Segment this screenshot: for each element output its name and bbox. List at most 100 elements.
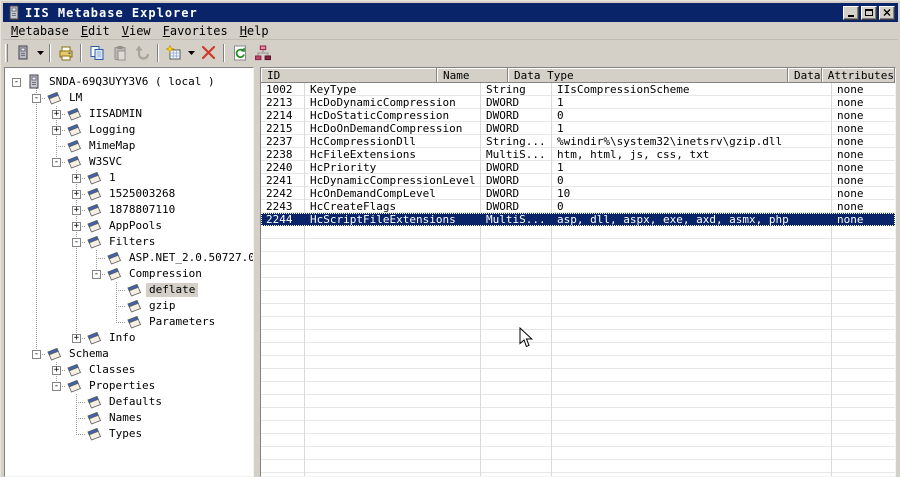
list-row[interactable]: 1002 KeyType String IIsCompressionScheme… — [261, 83, 895, 96]
tree-expander[interactable] — [92, 269, 101, 279]
tree-item[interactable]: Parameters — [5, 314, 253, 330]
tree-item[interactable]: Filters — [5, 234, 253, 250]
maximize-button[interactable] — [861, 5, 877, 20]
tree-item-label[interactable]: Properties — [86, 379, 158, 393]
tree-expander[interactable] — [32, 93, 41, 103]
connect-dropdown-button[interactable] — [34, 42, 46, 64]
list-row[interactable]: 2214 HcDoStaticCompression DWORD 0 none — [261, 109, 895, 122]
tree-item[interactable]: LM — [5, 90, 253, 106]
new-key-dropdown-button[interactable] — [185, 42, 197, 64]
tree-item[interactable]: IISADMIN — [5, 106, 253, 122]
key-icon — [67, 139, 82, 153]
tree-item-label[interactable]: Filters — [106, 235, 158, 249]
print-button[interactable] — [54, 42, 77, 64]
tree-item-label[interactable]: Names — [106, 411, 145, 425]
list-row[interactable]: 2242 HcOnDemandCompLevel DWORD 10 none — [261, 187, 895, 200]
tree-expander[interactable] — [72, 189, 81, 199]
list-row[interactable]: 2215 HcDoOnDemandCompression DWORD 1 non… — [261, 122, 895, 135]
list-row[interactable]: 2240 HcPriority DWORD 1 none — [261, 161, 895, 174]
list-row[interactable]: 2238 HcFileExtensions MultiS... htm, htm… — [261, 148, 895, 161]
tree-item-label[interactable]: Info — [106, 331, 139, 345]
copy-button[interactable] — [85, 42, 108, 64]
menu-item[interactable]: View — [116, 23, 157, 39]
tree-expander[interactable] — [52, 157, 61, 167]
tree-item-label[interactable]: Parameters — [146, 315, 218, 329]
list-row[interactable]: 2213 HcDoDynamicCompression DWORD 1 none — [261, 96, 895, 109]
tree-item-label[interactable]: Types — [106, 427, 145, 441]
tree-item[interactable]: Info — [5, 330, 253, 346]
tree-item-label[interactable]: AppPools — [106, 219, 165, 233]
menu-item[interactable]: Edit — [75, 23, 116, 39]
tree-item[interactable]: ASP.NET_2.0.50727.0 — [5, 250, 253, 266]
tree-item[interactable]: 1 — [5, 170, 253, 186]
paste-button[interactable] — [108, 42, 131, 64]
tree-item[interactable]: Names — [5, 410, 253, 426]
tree-item-label[interactable]: Schema — [66, 347, 112, 361]
tree-item[interactable]: MimeMap — [5, 138, 253, 154]
tree-item-label[interactable]: 1 — [106, 171, 119, 185]
tree-item-label[interactable]: Classes — [86, 363, 138, 377]
tree-item[interactable]: Defaults — [5, 394, 253, 410]
tree-item[interactable]: Properties — [5, 378, 253, 394]
tree-item[interactable]: Classes — [5, 362, 253, 378]
tree-expander[interactable] — [52, 381, 61, 391]
tree-item[interactable]: 1525003268 — [5, 186, 253, 202]
column-header[interactable]: Data — [788, 68, 822, 83]
tree-item-label[interactable]: gzip — [146, 299, 179, 313]
tree-expander[interactable] — [52, 125, 61, 135]
menu-item[interactable]: Favorites — [157, 23, 234, 39]
close-button[interactable] — [879, 5, 895, 20]
tree-item[interactable]: SNDA-69Q3UYY3V6 ( local ) — [5, 74, 253, 90]
tree-item-label[interactable]: LM — [66, 91, 85, 105]
menu-item[interactable]: Help — [234, 23, 275, 39]
list-row[interactable]: 2243 HcCreateFlags DWORD 0 none — [261, 200, 895, 213]
tree-expander[interactable] — [52, 109, 61, 119]
tree-expander[interactable] — [12, 77, 21, 87]
toolbar-grip[interactable] — [5, 43, 8, 62]
list-panel: ID Name Data Type Data Attributes 1002 K… — [260, 67, 896, 477]
tree-item-label[interactable]: ASP.NET_2.0.50727.0 — [126, 251, 253, 265]
tree-item-label[interactable]: 1878807110 — [106, 203, 178, 217]
delete-button[interactable] — [197, 42, 220, 64]
tree-item[interactable]: Compression — [5, 266, 253, 282]
column-header[interactable]: ID — [261, 68, 437, 83]
hierarchy-view-button[interactable] — [251, 42, 274, 64]
undo-button[interactable] — [131, 42, 154, 64]
menu-item[interactable]: Metabase — [5, 23, 75, 39]
titlebar[interactable]: IIS Metabase Explorer — [3, 3, 898, 22]
tree-expander[interactable] — [72, 237, 81, 247]
list-row[interactable]: 2244 HcScriptFileExtensions MultiS... as… — [261, 213, 895, 226]
list-row[interactable]: 2241 HcDynamicCompressionLevel DWORD 0 n… — [261, 174, 895, 187]
connect-server-button[interactable] — [11, 42, 34, 64]
tree-item-label[interactable]: deflate — [146, 283, 199, 297]
minimize-button[interactable] — [843, 5, 859, 20]
tree-expander[interactable] — [32, 349, 41, 359]
tree-item-label[interactable]: W3SVC — [86, 155, 125, 169]
tree-item[interactable]: Schema — [5, 346, 253, 362]
new-key-button[interactable] — [162, 42, 185, 64]
tree-item[interactable]: AppPools — [5, 218, 253, 234]
column-header[interactable]: Attributes — [821, 68, 895, 83]
tree-item-label[interactable]: MimeMap — [86, 139, 138, 153]
tree-item-label[interactable]: IISADMIN — [86, 107, 145, 121]
tree-item[interactable]: Logging — [5, 122, 253, 138]
tree-item[interactable]: Types — [5, 426, 253, 442]
tree-expander[interactable] — [72, 221, 81, 231]
tree-item[interactable]: W3SVC — [5, 154, 253, 170]
column-header[interactable]: Data Type — [508, 68, 788, 83]
list-row[interactable]: 2237 HcCompressionDll String... %windir%… — [261, 135, 895, 148]
tree-expander[interactable] — [72, 333, 81, 343]
tree-expander[interactable] — [52, 365, 61, 375]
tree-item-label[interactable]: Compression — [126, 267, 205, 281]
tree-item[interactable]: gzip — [5, 298, 253, 314]
tree-item-label[interactable]: Logging — [86, 123, 138, 137]
refresh-button[interactable] — [228, 42, 251, 64]
tree-expander[interactable] — [72, 205, 81, 215]
tree-expander[interactable] — [72, 173, 81, 183]
tree-item-label[interactable]: Defaults — [106, 395, 165, 409]
tree-item-label[interactable]: 1525003268 — [106, 187, 178, 201]
tree-item[interactable]: 1878807110 — [5, 202, 253, 218]
tree-item[interactable]: deflate — [5, 282, 253, 298]
column-header[interactable]: Name — [437, 68, 508, 83]
tree-item-label[interactable]: SNDA-69Q3UYY3V6 ( local ) — [46, 75, 218, 89]
